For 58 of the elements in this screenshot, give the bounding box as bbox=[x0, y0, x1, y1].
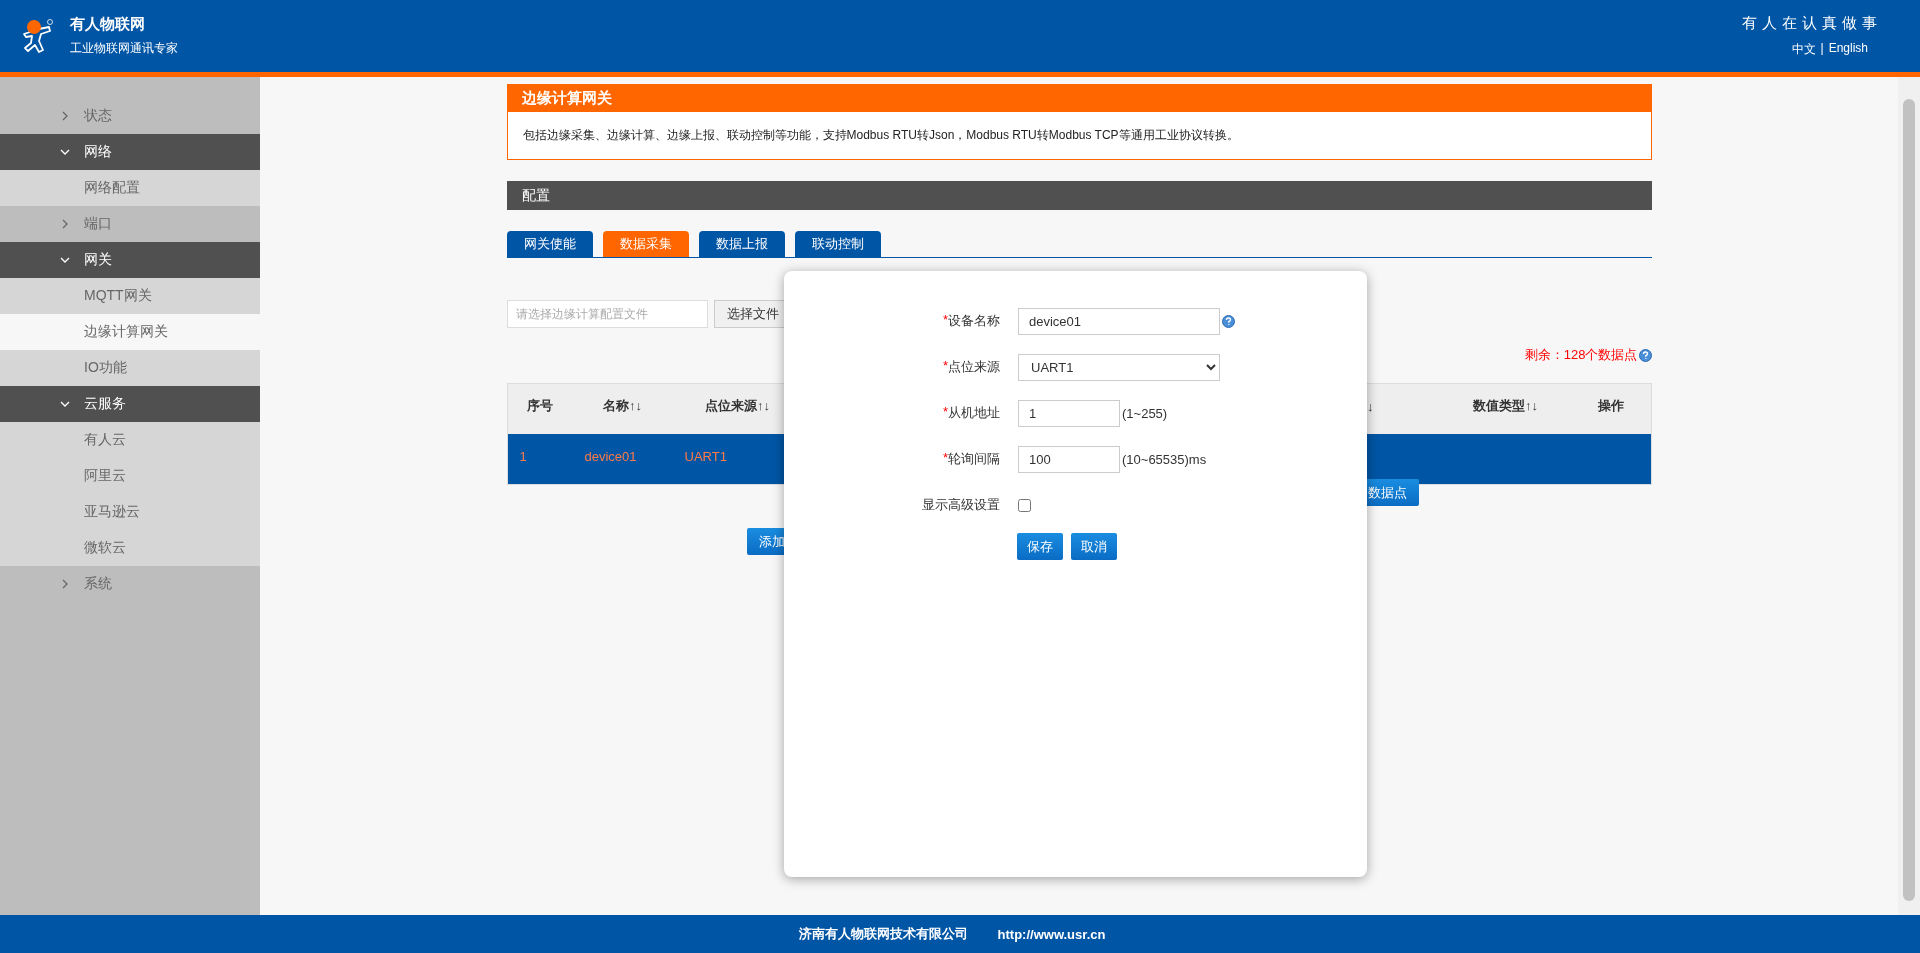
field-label: *轮询间隔 bbox=[941, 450, 1000, 468]
range-hint: (1~255) bbox=[1122, 405, 1168, 421]
save-button[interactable]: 保存 bbox=[1017, 533, 1063, 560]
remaining-count: 剩余：128个数据点 bbox=[1524, 346, 1638, 364]
tab[interactable]: 联动控制 bbox=[794, 231, 881, 257]
sidebar-item[interactable]: 亚马逊云 bbox=[0, 494, 260, 530]
company-name: 济南有人物联网技术有限公司 bbox=[798, 925, 968, 943]
text-field[interactable]: 1 bbox=[1018, 399, 1120, 427]
chevron-icon bbox=[60, 579, 70, 589]
brand-tagline: 工业物联网通讯专家 bbox=[70, 40, 178, 57]
brand-name: 有人物联网 bbox=[70, 15, 146, 34]
scrollbar[interactable] bbox=[1898, 77, 1920, 915]
sidebar-item[interactable]: 微软云 bbox=[0, 530, 260, 566]
cancel-button[interactable]: 取消 bbox=[1071, 533, 1117, 560]
column-header[interactable]: 数值类型↑↓ bbox=[1440, 384, 1571, 434]
field-label: *设备名称 bbox=[941, 312, 1000, 330]
description: 包括边缘采集、边缘计算、边缘上报、联动控制等功能，支持Modbus RTU转Json，Modbus RTU转Modbus TCP等通用工业协议转换。 bbox=[506, 112, 1652, 160]
sidebar-item[interactable]: 边缘计算网关 bbox=[0, 314, 260, 350]
table-cell-text: 1 bbox=[518, 447, 528, 466]
sidebar-item[interactable]: 有人云 bbox=[0, 422, 260, 458]
range-hint: (10~65535)ms bbox=[1122, 451, 1207, 467]
file-field[interactable]: 请选择边缘计算配置文件 bbox=[506, 300, 708, 328]
logo-icon bbox=[20, 18, 56, 54]
column-header[interactable]: 操作 bbox=[1570, 384, 1651, 434]
website-url: http://www.usr.cn bbox=[997, 926, 1106, 942]
sidebar-group[interactable]: 云服务 bbox=[0, 386, 260, 422]
section-title: 边缘计算网关 bbox=[506, 84, 1652, 112]
chevron-icon bbox=[60, 111, 70, 121]
dropdown[interactable]: UART1 bbox=[1018, 353, 1220, 381]
tab[interactable]: 网关使能 bbox=[506, 231, 593, 257]
language-link[interactable]: 中文 bbox=[1791, 41, 1816, 58]
table-cell-text: UART1 bbox=[683, 447, 728, 466]
sidebar-group[interactable]: 网关 bbox=[0, 242, 260, 278]
field-label: 显示高级设置 bbox=[921, 496, 1000, 514]
field-label: *点位来源 bbox=[941, 358, 1000, 376]
column-header[interactable]: 名称↑↓ bbox=[572, 384, 673, 434]
sidebar-group[interactable]: 网络 bbox=[0, 134, 260, 170]
table-cell-text: device01 bbox=[583, 447, 638, 466]
separator: | bbox=[1820, 41, 1824, 57]
chevron-icon bbox=[60, 147, 70, 157]
sidebar-item[interactable]: IO功能 bbox=[0, 350, 260, 386]
tab[interactable]: 数据上报 bbox=[698, 231, 785, 257]
slogan: 有人在认真做事 bbox=[1742, 14, 1882, 33]
help-icon[interactable] bbox=[1222, 314, 1235, 328]
sidebar-item[interactable]: MQTT网关 bbox=[0, 278, 260, 314]
sidebar-item[interactable]: 网络配置 bbox=[0, 170, 260, 206]
text-field[interactable]: 100 bbox=[1018, 445, 1120, 473]
text-field[interactable]: device01 bbox=[1018, 307, 1220, 335]
chevron-icon bbox=[60, 255, 70, 265]
language-link[interactable]: English bbox=[1828, 41, 1868, 58]
field-label: *从机地址 bbox=[941, 404, 1000, 422]
help-icon[interactable] bbox=[1638, 348, 1652, 362]
sidebar-item[interactable]: 阿里云 bbox=[0, 458, 260, 494]
chevron-icon bbox=[60, 219, 70, 229]
section-title: 配置 bbox=[506, 181, 1652, 210]
checkbox[interactable] bbox=[1018, 498, 1031, 512]
column-header[interactable]: 序号 bbox=[507, 384, 573, 434]
chevron-icon bbox=[60, 399, 70, 409]
